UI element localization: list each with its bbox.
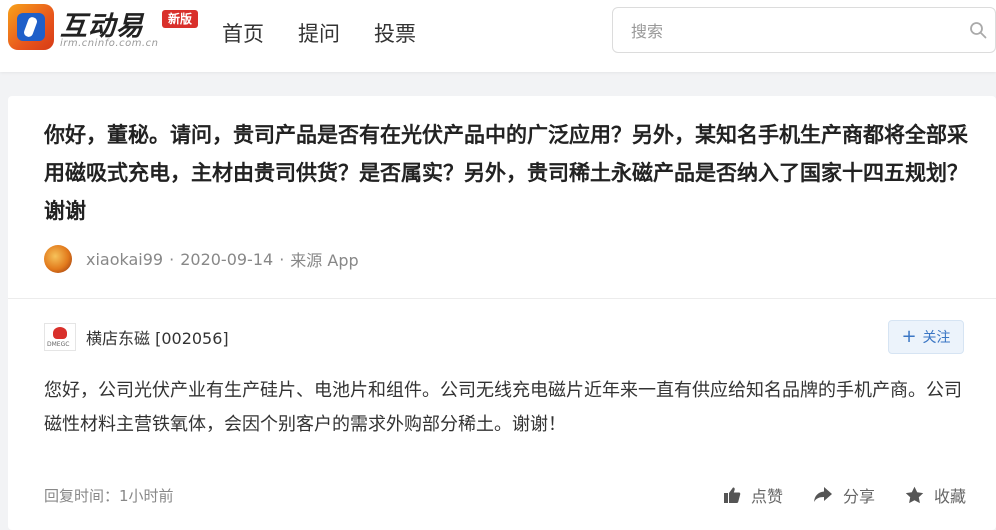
meta-separator: · [279, 249, 285, 269]
share-label: 分享 [842, 487, 875, 506]
avatar[interactable] [44, 245, 72, 273]
nav-home[interactable]: 首页 [222, 18, 264, 48]
qa-card: 你好，董秘。请问，贵司产品是否有在光伏产品中的广泛应用？另外，某知名手机生产商都… [8, 96, 996, 530]
question-date: 2020-09-14 [180, 249, 274, 269]
star-icon [905, 486, 924, 504]
company-name[interactable]: 横店东磁 [002056] [86, 325, 229, 349]
share-button[interactable]: 分享 [813, 483, 875, 507]
search-icon[interactable] [969, 21, 987, 39]
follow-button[interactable]: + 关注 [888, 320, 964, 354]
question-meta: xiaokai99 · 2020-09-14 · 来源 App [44, 244, 359, 274]
meta-separator: · [169, 249, 175, 269]
nav-ask[interactable]: 提问 [298, 18, 340, 48]
follow-label: 关注 [922, 330, 951, 346]
logo-subtitle: irm.cninfo.com.cn [60, 38, 159, 49]
logo-icon[interactable] [8, 4, 54, 50]
answer-actions: 点赞 分享 收藏 [723, 483, 966, 507]
reply-time: 回复时间：1小时前 [44, 486, 174, 505]
thumbs-up-icon [723, 487, 741, 503]
company-logo[interactable]: DMEGC [44, 323, 76, 351]
question-text: 你好，董秘。请问，贵司产品是否有在光伏产品中的广泛应用？另外，某知名手机生产商都… [44, 123, 968, 223]
question-source: 来源 App [290, 251, 359, 270]
share-arrow-icon [813, 487, 832, 502]
favorite-label: 收藏 [933, 487, 966, 506]
search-box [612, 7, 996, 53]
like-button[interactable]: 点赞 [723, 483, 783, 507]
question-author[interactable]: xiaokai99 [86, 250, 163, 269]
company-logo-text: DMEGC [47, 341, 70, 348]
answer-company: DMEGC 横店东磁 [002056] [44, 322, 229, 352]
new-version-badge: 新版 [162, 10, 199, 28]
answer-footer: 回复时间：1小时前 点赞 分享 收藏 [44, 480, 966, 510]
top-header: 互动易 irm.cninfo.com.cn 新版 首页 提问 投票 [0, 0, 996, 72]
nav-vote[interactable]: 投票 [374, 18, 416, 48]
search-input[interactable] [629, 18, 953, 44]
plus-icon: + [901, 326, 917, 347]
divider [8, 298, 996, 299]
answer-text: 您好，公司光伏产业有生产硅片、电池片和组件。公司无线充电磁片近年来一直有供应给知… [44, 380, 962, 435]
main-nav: 首页 提问 投票 [222, 18, 416, 48]
favorite-button[interactable]: 收藏 [905, 483, 966, 507]
like-label: 点赞 [750, 487, 783, 506]
